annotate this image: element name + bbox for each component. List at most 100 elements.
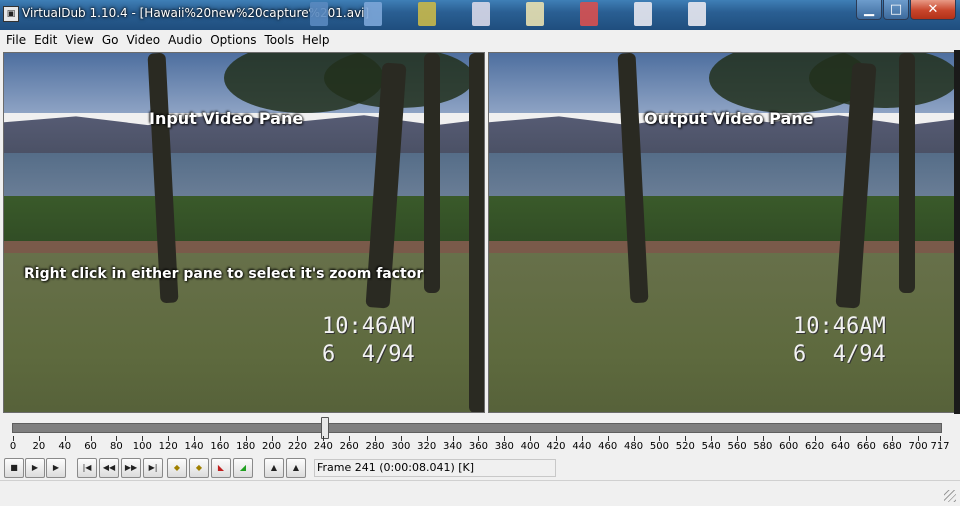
timeline-tick-label: 420: [546, 441, 566, 452]
timeline-tick-label: 280: [365, 441, 385, 452]
timeline-tick-label: 360: [468, 441, 488, 452]
timeline: 0 20 40 60 80 100 120 140 160 180 200 220 240 260 280 3…: [0, 414, 960, 456]
skip-start-icon: |◀: [82, 463, 92, 472]
window-icon: [364, 2, 382, 26]
timeline-tick-label: 120: [158, 441, 178, 452]
prev-keyframe-icon: ◆: [173, 463, 181, 472]
datestamp-overlay: 6 4/94: [793, 342, 886, 367]
rewind-icon: ◀◀: [102, 463, 116, 472]
play-input-button[interactable]: ▶: [25, 458, 45, 478]
video-area: 10:46AM 6 4/94 Input Video Pane Right cl…: [0, 50, 960, 414]
timeline-tick-label: 20: [32, 441, 46, 452]
menu-video[interactable]: Video: [122, 30, 164, 50]
close-icon: ✕: [927, 2, 939, 17]
input-pane-label: Input Video Pane: [149, 109, 304, 128]
maximize-button[interactable]: □: [883, 0, 909, 20]
menu-go[interactable]: Go: [98, 30, 123, 50]
menu-tools[interactable]: Tools: [261, 30, 299, 50]
video-frame-image: 10:46AM 6 4/94: [4, 53, 484, 412]
window-edge: [954, 50, 960, 414]
window-icon: [472, 2, 490, 26]
timeline-tick-label: 320: [417, 441, 437, 452]
menu-bar: File Edit View Go Video Audio Options To…: [0, 30, 960, 50]
position-slider-track[interactable]: [12, 423, 942, 433]
window-icon: [310, 2, 328, 26]
timeline-tick-label: 620: [805, 441, 825, 452]
datestamp-overlay: 6 4/94: [322, 342, 415, 367]
timeline-tick-label: 0: [9, 441, 17, 452]
timeline-tick-label: 380: [494, 441, 514, 452]
menu-file[interactable]: File: [2, 30, 30, 50]
stop-button[interactable]: ■: [4, 458, 24, 478]
menu-edit[interactable]: Edit: [30, 30, 61, 50]
timeline-tick-label: 580: [753, 441, 773, 452]
next-scene-button[interactable]: ◢: [233, 458, 253, 478]
stop-icon: ■: [10, 463, 18, 472]
timeline-tick-label: 560: [727, 441, 747, 452]
timeline-tick-label: 540: [701, 441, 721, 452]
mark-in-icon: ▲: [270, 463, 278, 472]
title-bar[interactable]: ▣ VirtualDub 1.10.4 - [Hawaii%20new%20ca…: [0, 0, 960, 30]
menu-audio[interactable]: Audio: [164, 30, 206, 50]
timeline-tick-label: 500: [649, 441, 669, 452]
timeline-tick-label: 40: [58, 441, 72, 452]
timeline-tick-label: 700: [908, 441, 928, 452]
timeline-tick-label: 260: [339, 441, 359, 452]
play-output-icon: ▶: [52, 463, 60, 472]
timeline-tick-label: 400: [520, 441, 540, 452]
window-controls: ▁ □ ✕: [856, 0, 956, 20]
input-video-pane[interactable]: 10:46AM 6 4/94 Input Video Pane Right cl…: [3, 52, 485, 413]
timeline-tick-label: 100: [132, 441, 152, 452]
timeline-tick-label: 300: [391, 441, 411, 452]
timeline-tick-label: 680: [882, 441, 902, 452]
close-button[interactable]: ✕: [910, 0, 956, 20]
skip-end-icon: ▶|: [148, 463, 158, 472]
background-taskbar-icons: [310, 2, 706, 28]
minimize-icon: ▁: [864, 2, 874, 17]
maximize-icon: □: [889, 2, 903, 17]
next-keyframe-button[interactable]: ◆: [189, 458, 209, 478]
timeline-tick-label: 340: [443, 441, 463, 452]
window-icon: [580, 2, 598, 26]
timeline-tick-label: 80: [110, 441, 123, 452]
status-bar: [0, 480, 960, 506]
window-icon: [634, 2, 652, 26]
timestamp-overlay: 10:46AM: [793, 314, 886, 339]
menu-options[interactable]: Options: [206, 30, 260, 50]
timestamp-overlay: 10:46AM: [322, 314, 415, 339]
play-output-button[interactable]: ▶: [46, 458, 66, 478]
go-start-button[interactable]: |◀: [77, 458, 97, 478]
menu-help[interactable]: Help: [298, 30, 333, 50]
mark-out-icon: ▲: [292, 463, 300, 472]
minimize-button[interactable]: ▁: [856, 0, 882, 20]
go-end-button[interactable]: ▶|: [143, 458, 163, 478]
timeline-tick-label: 160: [210, 441, 230, 452]
forward-button[interactable]: ▶▶: [121, 458, 141, 478]
prev-keyframe-button[interactable]: ◆: [167, 458, 187, 478]
mark-out-button[interactable]: ▲: [286, 458, 306, 478]
prev-scene-icon: ◣: [217, 463, 225, 472]
timeline-tick-label: 600: [779, 441, 799, 452]
timeline-tick-label: 60: [84, 441, 97, 452]
output-video-pane[interactable]: 10:46AM 6 4/94 Output Video Pane: [488, 52, 956, 413]
playback-toolbar: Frame 241 (0:00:08.041) [K] ■ ▶ ▶ |◀ ◀◀ ▶▶ ▶| ◆…: [0, 456, 960, 480]
zoom-hint: Right click in either pane to select it'…: [24, 266, 424, 282]
next-scene-icon: ◢: [239, 463, 247, 472]
mark-in-button[interactable]: ▲: [264, 458, 284, 478]
frame-info-field: Frame 241 (0:00:08.041) [K]: [314, 459, 556, 477]
menu-view[interactable]: View: [61, 30, 97, 50]
video-frame-image: 10:46AM 6 4/94: [489, 53, 955, 412]
window-icon: [418, 2, 436, 26]
back-button[interactable]: ◀◀: [99, 458, 119, 478]
timeline-tick-label: 140: [184, 441, 204, 452]
resize-grip-icon[interactable]: [944, 490, 956, 502]
timeline-tick-label: 220: [287, 441, 307, 452]
timeline-tick-label: 640: [830, 441, 850, 452]
timeline-tick-label: 440: [572, 441, 592, 452]
timeline-tick-label: 460: [598, 441, 618, 452]
output-pane-label: Output Video Pane: [644, 109, 814, 128]
timeline-tick-label: 180: [236, 441, 256, 452]
window-icon: [688, 2, 706, 26]
prev-scene-button[interactable]: ◣: [211, 458, 231, 478]
virtualdub-icon[interactable]: ▣: [3, 6, 19, 22]
